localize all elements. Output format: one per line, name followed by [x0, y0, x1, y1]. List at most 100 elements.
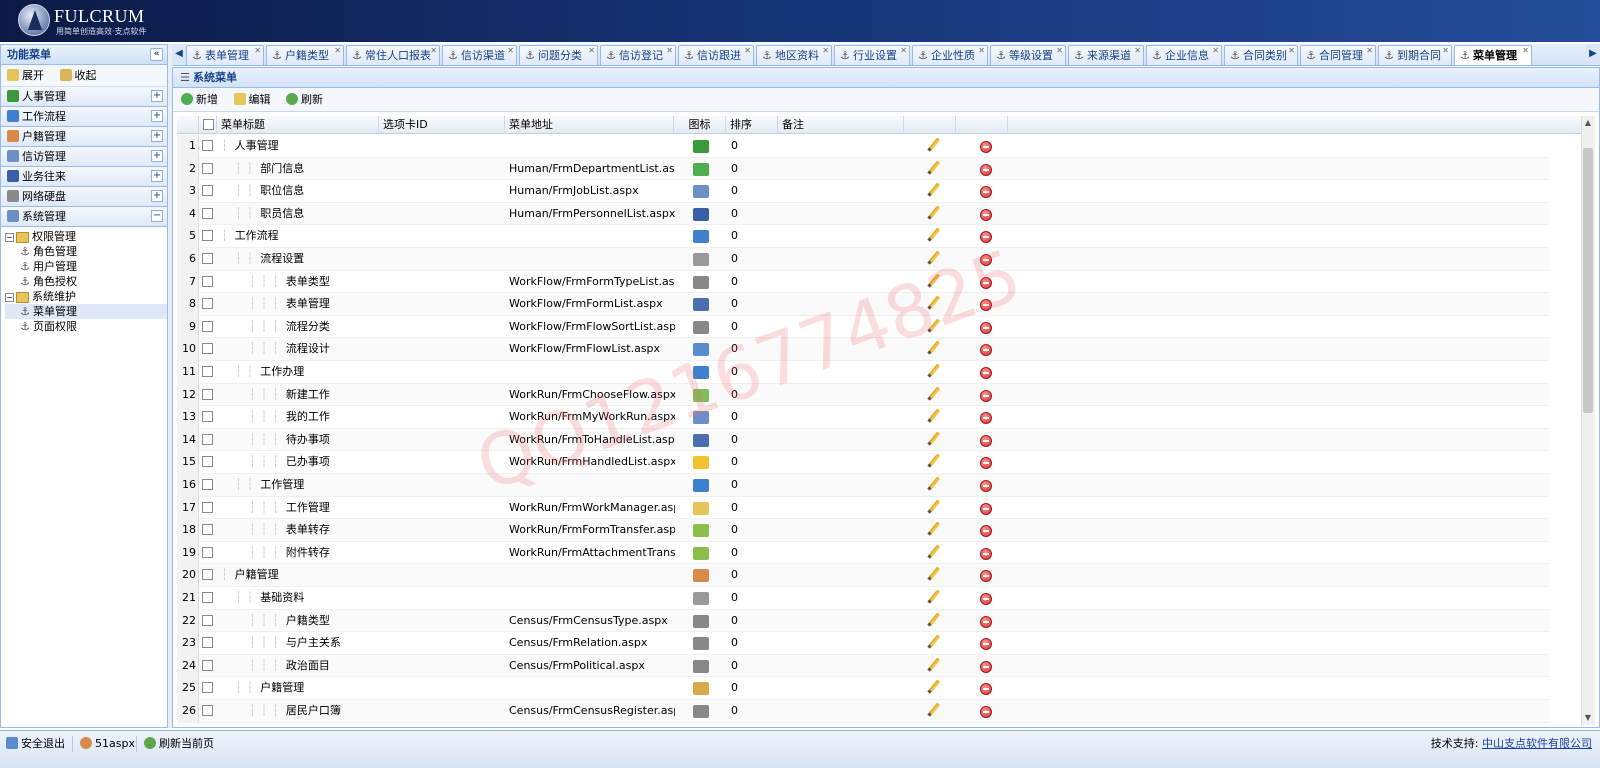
- row-checkbox[interactable]: [202, 388, 213, 400]
- edit-row-button[interactable]: [927, 432, 941, 448]
- delete-row-icon[interactable]: [980, 434, 992, 447]
- collapse-section-icon[interactable]: −: [151, 210, 163, 222]
- edit-row-button[interactable]: [927, 658, 941, 674]
- tab-item[interactable]: ⚓ 到期合同 ✕: [1378, 45, 1452, 65]
- edit-row-button[interactable]: [927, 703, 941, 719]
- tab-close-icon[interactable]: ✕: [1288, 46, 1295, 56]
- accordion-section-5[interactable]: 业务往来 +: [1, 167, 167, 187]
- tab-item[interactable]: ⚓ 地区资料 ✕: [756, 45, 832, 65]
- refresh-page-button[interactable]: 刷新当前页: [144, 737, 214, 751]
- table-row[interactable]: 12 ┆┆┆ 新建工作 WorkRun/FrmChooseFlow.aspx 0: [177, 383, 1549, 407]
- tree-node[interactable]: ⚓ 用户管理: [5, 259, 167, 274]
- tab-close-icon[interactable]: ✕: [588, 46, 595, 56]
- edit-row-button[interactable]: [927, 500, 941, 516]
- tab-close-icon[interactable]: ✕: [1442, 46, 1449, 56]
- tree-node[interactable]: ⚓ 角色授权: [5, 274, 167, 289]
- row-checkbox[interactable]: [202, 320, 213, 332]
- edit-button[interactable]: 编辑: [233, 88, 271, 111]
- edit-row-button[interactable]: [927, 567, 941, 583]
- row-checkbox[interactable]: [202, 253, 213, 264]
- table-row[interactable]: 16 ┆┆ 工作管理 0: [177, 474, 1549, 497]
- tree-collapse-icon[interactable]: −: [5, 292, 14, 302]
- delete-row-icon[interactable]: [980, 480, 992, 492]
- tab-item[interactable]: ⚓ 行业设置 ✕: [834, 45, 910, 65]
- delete-row-icon[interactable]: [980, 502, 992, 515]
- tab-close-icon[interactable]: ✕: [1134, 46, 1141, 56]
- delete-row-icon[interactable]: [980, 276, 992, 289]
- edit-row-button[interactable]: [927, 522, 941, 538]
- header-remark[interactable]: 备注: [778, 116, 904, 134]
- logout-button[interactable]: 安全退出: [6, 737, 65, 751]
- edit-row-button[interactable]: [927, 161, 941, 177]
- row-checkbox[interactable]: [202, 343, 213, 355]
- tab-item[interactable]: ⚓ 户籍类型 ✕: [266, 45, 344, 65]
- delete-row-icon[interactable]: [980, 615, 992, 628]
- tab-scroll-right-icon[interactable]: ▶: [1586, 44, 1600, 65]
- row-checkbox[interactable]: [202, 230, 213, 242]
- select-all-checkbox[interactable]: [203, 119, 214, 130]
- accordion-section-3[interactable]: 户籍管理 +: [1, 127, 167, 147]
- delete-row-icon[interactable]: [980, 660, 992, 673]
- delete-row-icon[interactable]: [980, 412, 992, 425]
- table-row[interactable]: 19 ┆┆┆附件转存 WorkRun/FrmAttachmentTransfer..…: [177, 541, 1549, 565]
- row-checkbox[interactable]: [202, 546, 213, 558]
- tab-item[interactable]: ⚓ 来源渠道 ✕: [1068, 45, 1144, 65]
- table-row[interactable]: 25 ┆┆ 户籍管理 0: [177, 677, 1549, 701]
- delete-row-icon[interactable]: [980, 141, 992, 153]
- edit-row-button[interactable]: [927, 477, 941, 493]
- header-url[interactable]: 菜单地址: [505, 116, 674, 134]
- header-title[interactable]: 菜单标题: [217, 116, 379, 134]
- accordion-section-4[interactable]: 信访管理 +: [1, 147, 167, 167]
- row-checkbox[interactable]: [202, 411, 213, 423]
- row-checkbox[interactable]: [202, 705, 213, 716]
- delete-row-icon[interactable]: [980, 525, 992, 538]
- accordion-section-1[interactable]: 人事管理 +: [1, 87, 167, 107]
- tree-node[interactable]: − 系统维护: [5, 289, 167, 304]
- tree-node[interactable]: ⚓ 角色管理: [5, 244, 167, 259]
- row-checkbox[interactable]: [202, 592, 213, 603]
- scrollbar-thumb[interactable]: [1583, 148, 1593, 413]
- table-row[interactable]: 13 ┆┆┆ 我的工作 WorkRun/FrmMyWorkRun.aspx 0: [177, 406, 1549, 430]
- edit-row-button[interactable]: [927, 138, 941, 154]
- tree-node[interactable]: − 权限管理: [5, 229, 167, 244]
- table-row[interactable]: 2 ┆┆ 部门信息 Human/FrmDepartmentList.aspx 0: [177, 157, 1549, 181]
- tab-item[interactable]: ⚓ 等级设置 ✕: [990, 45, 1066, 65]
- tab-item[interactable]: ⚓ 合同管理 ✕: [1300, 45, 1376, 65]
- edit-row-button[interactable]: [927, 545, 941, 561]
- tree-node[interactable]: ⚓ 菜单管理: [5, 304, 167, 319]
- expand-section-icon[interactable]: +: [151, 150, 163, 162]
- delete-row-icon[interactable]: [980, 683, 992, 696]
- tab-item[interactable]: ⚓ 常住人口报表 ✕: [346, 45, 440, 65]
- expand-section-icon[interactable]: +: [151, 170, 163, 182]
- row-checkbox[interactable]: [202, 659, 213, 671]
- tab-close-icon[interactable]: ✕: [1212, 46, 1219, 56]
- tab-item[interactable]: ⚓ 菜单管理 ✕: [1454, 45, 1532, 65]
- tab-close-icon[interactable]: ✕: [900, 46, 907, 56]
- table-row[interactable]: 4 ┆┆ 职员信息 Human/FrmPersonnelList.aspx 0: [177, 202, 1549, 226]
- accordion-section-6[interactable]: 网络硬盘 +: [1, 187, 167, 207]
- tab-close-icon[interactable]: ✕: [254, 46, 261, 56]
- tab-item[interactable]: ⚓ 合同类别 ✕: [1224, 45, 1298, 65]
- edit-row-button[interactable]: [927, 680, 941, 696]
- edit-row-button[interactable]: [927, 228, 941, 244]
- table-row[interactable]: 22 ┆┆┆ 户籍类型 Census/FrmCensusType.aspx 0: [177, 609, 1549, 633]
- tab-close-icon[interactable]: ✕: [507, 46, 514, 56]
- table-row[interactable]: 21 ┆┆ 基础资料 0: [177, 587, 1549, 610]
- row-checkbox[interactable]: [202, 162, 213, 174]
- table-row[interactable]: 10 ┆┆┆ 流程设计 WorkFlow/FrmFlowList.aspx 0: [177, 338, 1549, 362]
- row-checkbox[interactable]: [202, 433, 213, 445]
- row-checkbox[interactable]: [202, 524, 213, 536]
- grid-vertical-scrollbar[interactable]: ▲ ▼: [1581, 116, 1595, 725]
- tab-item[interactable]: ⚓ 问题分类 ✕: [519, 45, 598, 65]
- scroll-up-icon[interactable]: ▲: [1583, 118, 1593, 128]
- edit-row-button[interactable]: [927, 409, 941, 425]
- tab-item[interactable]: ⚓ 信访渠道 ✕: [442, 45, 517, 65]
- table-row[interactable]: 5 ┆ 工作流程 0: [177, 225, 1549, 249]
- table-row[interactable]: 1 ┆ 人事管理 0: [177, 135, 1549, 158]
- tab-item[interactable]: ⚓ 信访登记 ✕: [600, 45, 676, 65]
- delete-row-icon[interactable]: [980, 570, 992, 583]
- header-tab-id[interactable]: 选项卡ID: [379, 116, 505, 134]
- delete-row-icon[interactable]: [980, 389, 992, 402]
- expand-section-icon[interactable]: +: [151, 110, 163, 122]
- row-checkbox[interactable]: [202, 456, 213, 468]
